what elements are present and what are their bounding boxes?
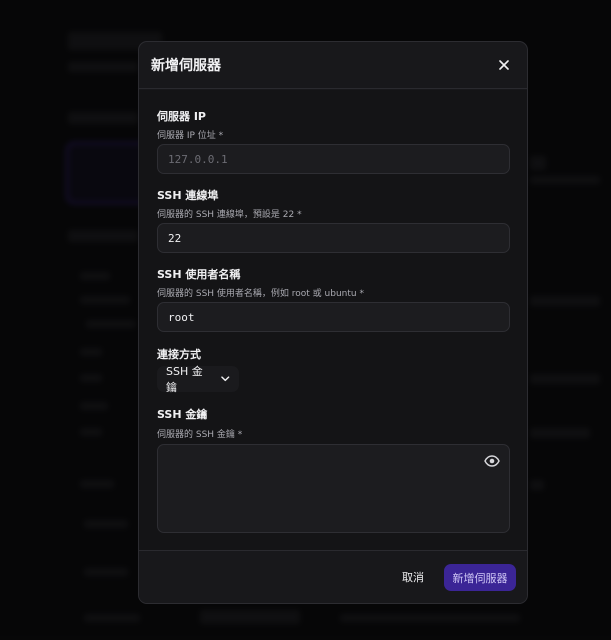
close-button[interactable] [495, 56, 513, 74]
cancel-button[interactable]: 取消 [393, 564, 433, 590]
port-input[interactable]: 22 [157, 223, 510, 253]
dialog-title: 新增伺服器 [151, 58, 221, 74]
connection-method-select[interactable]: SSH 金鑰 [157, 365, 239, 394]
port-label: SSH 連線埠 [157, 189, 219, 202]
dialog-footer: 取消 新增伺服器 [139, 550, 527, 603]
ip-label: 伺服器 IP [157, 110, 206, 123]
username-input[interactable]: root [157, 302, 510, 332]
add-server-dialog: 新增伺服器 伺服器 IP 伺服器 IP 位址 * 127.0.0.1 SSH 連… [138, 41, 528, 604]
chevron-down-icon [221, 376, 230, 382]
toggle-visibility-button[interactable] [483, 453, 501, 469]
add-server-button[interactable]: 新增伺服器 [444, 564, 516, 591]
connection-method-label: 連接方式 [157, 348, 201, 361]
close-icon [499, 60, 509, 70]
ip-input[interactable]: 127.0.0.1 [157, 144, 510, 174]
ssh-key-label: SSH 金鑰 [157, 408, 208, 421]
username-label: SSH 使用者名稱 [157, 268, 241, 281]
username-value: root [168, 310, 195, 324]
ssh-key-description: 伺服器的 SSH 金鑰 * [157, 430, 243, 440]
ssh-key-textarea[interactable] [157, 444, 510, 533]
ip-placeholder: 127.0.0.1 [168, 152, 228, 166]
port-value: 22 [168, 231, 182, 245]
dialog-body: 伺服器 IP 伺服器 IP 位址 * 127.0.0.1 SSH 連線埠 伺服器… [139, 90, 527, 550]
username-description: 伺服器的 SSH 使用者名稱，例如 root 或 ubuntu * [157, 289, 364, 299]
eye-icon [484, 455, 500, 467]
dialog-header: 新增伺服器 [139, 42, 527, 89]
connection-method-value: SSH 金鑰 [166, 365, 203, 394]
port-description: 伺服器的 SSH 連線埠，預設是 22 * [157, 210, 302, 220]
ip-description: 伺服器 IP 位址 * [157, 131, 224, 141]
